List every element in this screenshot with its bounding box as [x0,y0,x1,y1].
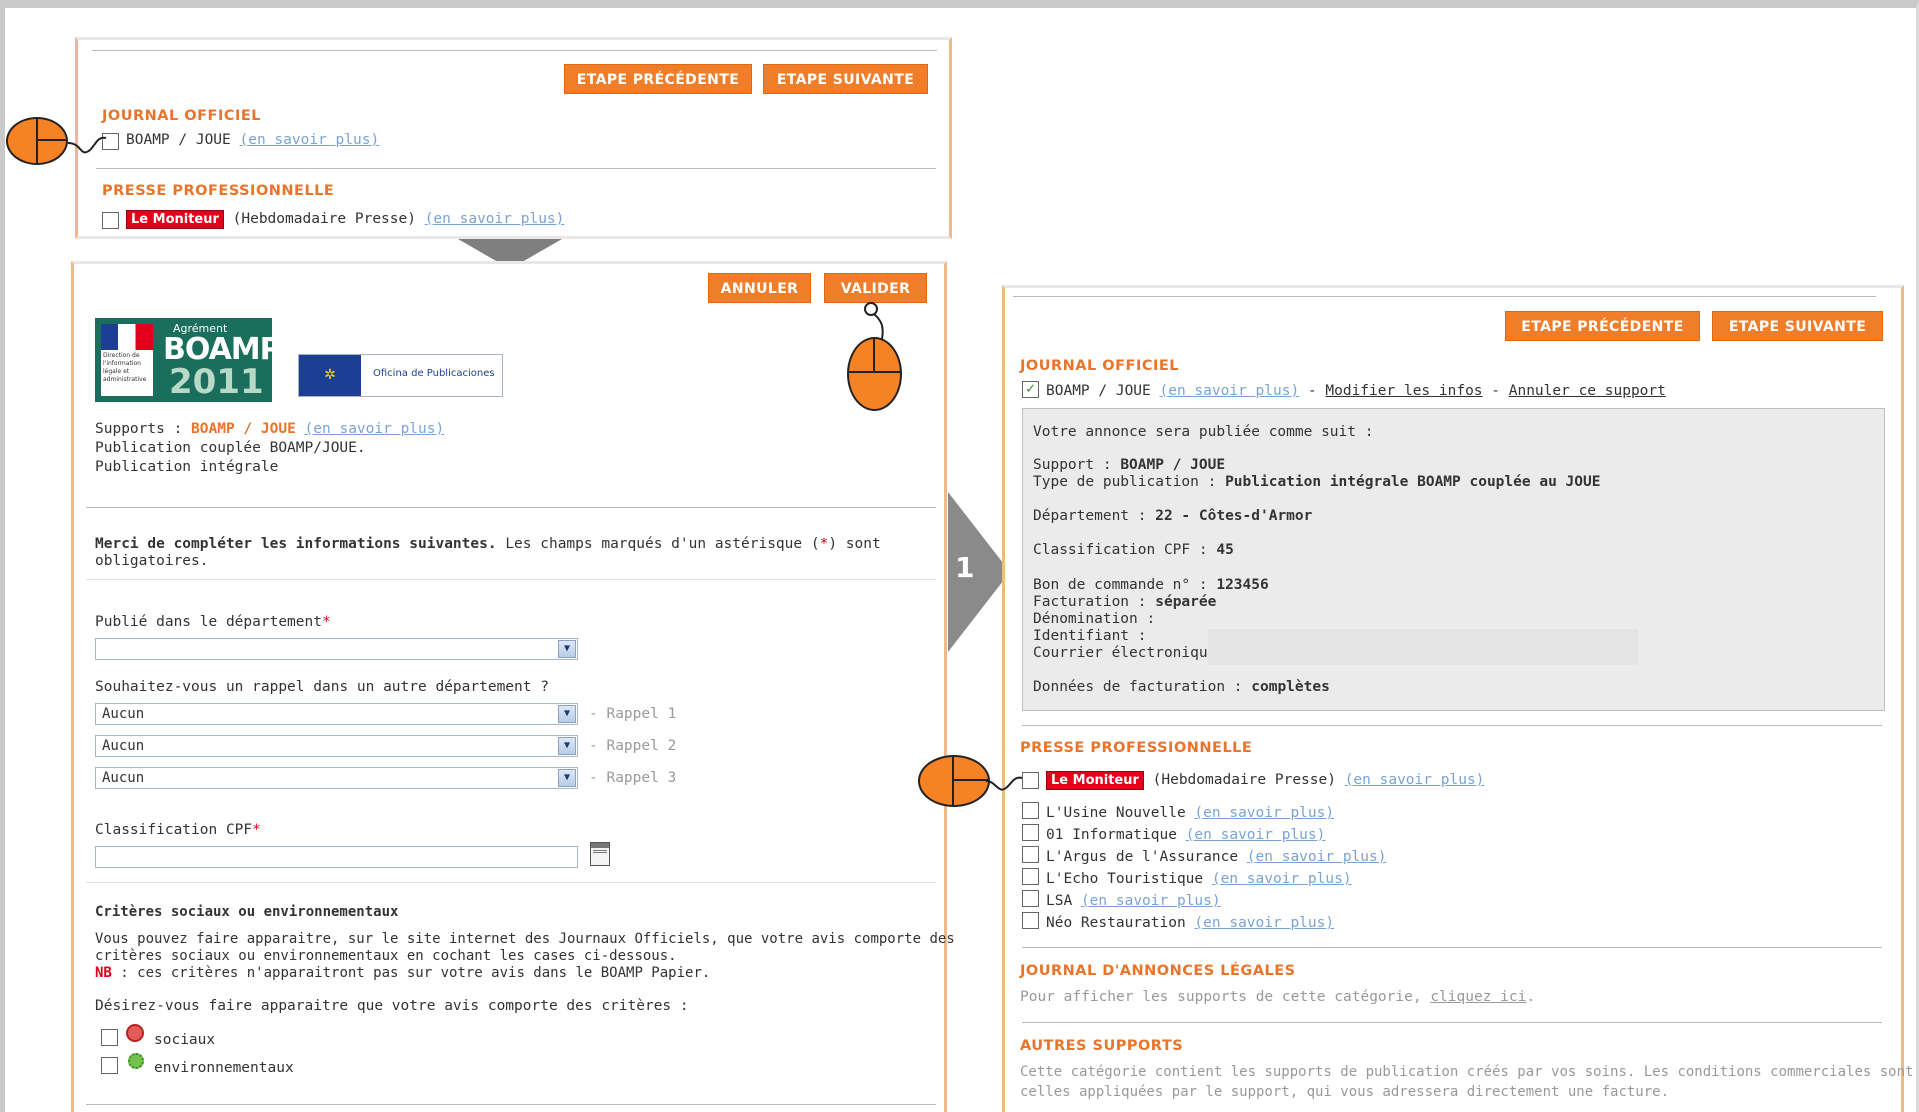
next-step-button[interactable]: ETAPE SUIVANTE [1712,311,1883,341]
pub-coupled: Publication couplée BOAMP/JOUE. [95,440,366,456]
learn-more-link[interactable]: (en savoir plus) [1345,772,1485,788]
mouse-icon [918,755,990,807]
dropdown-arrow-icon: ▼ [558,769,576,787]
criteria-title: Critères sociaux ou environnementaux [95,904,399,920]
supports-line: Supports : BOAMP / JOUE (en savoir plus) [95,421,445,437]
social-checkbox[interactable] [101,1029,118,1046]
recall-select-3[interactable]: Aucun ▼ [95,767,578,789]
learn-more-link[interactable]: (en savoir plus) [1186,827,1326,843]
learn-more-link[interactable]: (en savoir plus) [1160,383,1300,399]
criteria-p2: critères sociaux ou environnementaux en … [95,948,677,964]
mouse-cable [864,302,884,340]
dept-label: Publié dans le département* [95,614,331,630]
prev-step-button[interactable]: ETAPE PRÉCÉDENTE [1505,311,1700,341]
section-title-jal: JOURNAL D'ANNONCES LÉGALES [1020,963,1296,979]
cancel-button[interactable]: ANNULER [708,273,811,303]
env-checkbox[interactable] [101,1057,118,1074]
social-label: sociaux [154,1032,216,1048]
step-number: 1 [955,551,975,584]
next-step-button[interactable]: ETAPE SUIVANTE [763,64,928,94]
press-item: LSA (en savoir plus) [1046,893,1221,909]
publication-summary: Votre annonce sera publiée comme suit : … [1022,408,1885,711]
learn-more-link[interactable]: (en savoir plus) [240,132,380,148]
cpf-input[interactable] [95,846,578,868]
moniteur-row: Le Moniteur (Hebdomadaire Presse) (en sa… [126,210,564,229]
learn-more-link[interactable]: (en savoir plus) [1081,893,1221,909]
criteria-question: Désirez-vous faire apparaitre que votre … [95,998,689,1014]
form-intro: Merci de compléter les informations suiv… [95,536,881,552]
criteria-nb: NB : ces critères n'apparaitront pas sur… [95,965,711,981]
result-panel: ETAPE PRÉCÉDENTE ETAPE SUIVANTE JOURNAL … [1002,285,1913,1112]
learn-more-link[interactable]: (en savoir plus) [1194,915,1334,931]
press-checkbox[interactable] [1022,912,1039,929]
top-panel: ETAPE PRÉCÉDENTE ETAPE SUIVANTE JOURNAL … [75,37,952,239]
learn-more-link[interactable]: (en savoir plus) [425,211,565,227]
click-here-link[interactable]: cliquez ici [1430,989,1526,1005]
press-checkbox[interactable] [1022,890,1039,907]
cpf-label: Classification CPF* [95,822,261,838]
mouse-cable [68,136,107,154]
recall-label-1: - Rappel 1 [589,706,677,722]
modify-info-link[interactable]: Modifier les infos [1325,383,1482,399]
section-title-other: AUTRES SUPPORTS [1020,1038,1184,1054]
moniteur-logo: Le Moniteur [126,210,224,229]
press-item: 01 Informatique (en savoir plus) [1046,827,1326,843]
form-intro-2: obligatoires. [95,553,209,569]
learn-more-link[interactable]: (en savoir plus) [305,421,445,437]
boamp-row: BOAMP / JOUE (en savoir plus) - Modifier… [1046,383,1666,399]
pub-full: Publication intégrale [95,459,279,475]
press-checkbox[interactable] [1022,824,1039,841]
dept-select[interactable]: ▼ [95,638,578,660]
social-icon [126,1024,144,1042]
recall-select-1[interactable]: Aucun ▼ [95,703,578,725]
moniteur-checkbox[interactable] [102,212,119,229]
recall-select-2[interactable]: Aucun ▼ [95,735,578,757]
jal-text: Pour afficher les supports de cette caté… [1020,989,1536,1005]
criteria-p1: Vous pouvez faire apparaitre, sur le sit… [95,931,955,947]
press-item: Néo Restauration (en savoir plus) [1046,915,1335,931]
mouse-icon [847,337,902,411]
section-title-journal-officiel: JOURNAL OFFICIEL [102,108,262,124]
prev-step-button[interactable]: ETAPE PRÉCÉDENTE [564,64,752,94]
press-item: L'Usine Nouvelle (en savoir plus) [1046,805,1335,821]
moniteur-logo: Le Moniteur [1046,771,1144,790]
cancel-support-link[interactable]: Annuler ce support [1509,383,1666,399]
dropdown-arrow-icon: ▼ [558,705,576,723]
press-item: L'Echo Touristique (en savoir plus) [1046,871,1352,887]
dropdown-arrow-icon: ▼ [558,737,576,755]
section-title-journal-officiel: JOURNAL OFFICIEL [1020,358,1180,374]
eu-logo: ✲ Oficina de Publicaciones [298,354,503,397]
boamp-label: BOAMP / JOUE (en savoir plus) [126,132,380,148]
learn-more-link[interactable]: (en savoir plus) [1247,849,1387,865]
boamp-checkbox-checked[interactable]: ✓ [1022,381,1039,398]
press-checkbox[interactable] [1022,846,1039,863]
other-p1: Cette catégorie contient les supports de… [1020,1064,1914,1080]
recall-question: Souhaitez-vous un rappel dans un autre d… [95,679,549,695]
learn-more-link[interactable]: (en savoir plus) [1212,871,1352,887]
press-checkbox[interactable] [1022,868,1039,885]
section-title-presse: PRESSE PROFESSIONNELLE [1020,740,1253,756]
learn-more-link[interactable]: (en savoir plus) [1194,805,1334,821]
environment-icon [128,1053,144,1069]
calendar-icon[interactable] [590,842,610,866]
other-p2: celles appliquées par le support, qui vo… [1020,1084,1670,1100]
mouse-icon [6,117,68,165]
dropdown-arrow-icon: ▼ [558,640,576,658]
press-item: L'Argus de l'Assurance (en savoir plus) [1046,849,1387,865]
boamp-logo: Direction de l'information légale et adm… [95,318,282,402]
press-checkbox[interactable] [1022,802,1039,819]
section-title-presse: PRESSE PROFESSIONNELLE [102,183,335,199]
env-label: environnementaux [154,1060,294,1076]
form-panel: ANNULER VALIDER Direction de l'informati… [71,261,955,1112]
recall-label-2: - Rappel 2 [589,738,677,754]
moniteur-row: Le Moniteur (Hebdomadaire Presse) (en sa… [1046,771,1484,790]
recall-label-3: - Rappel 3 [589,770,677,786]
mouse-cable [986,776,1023,791]
